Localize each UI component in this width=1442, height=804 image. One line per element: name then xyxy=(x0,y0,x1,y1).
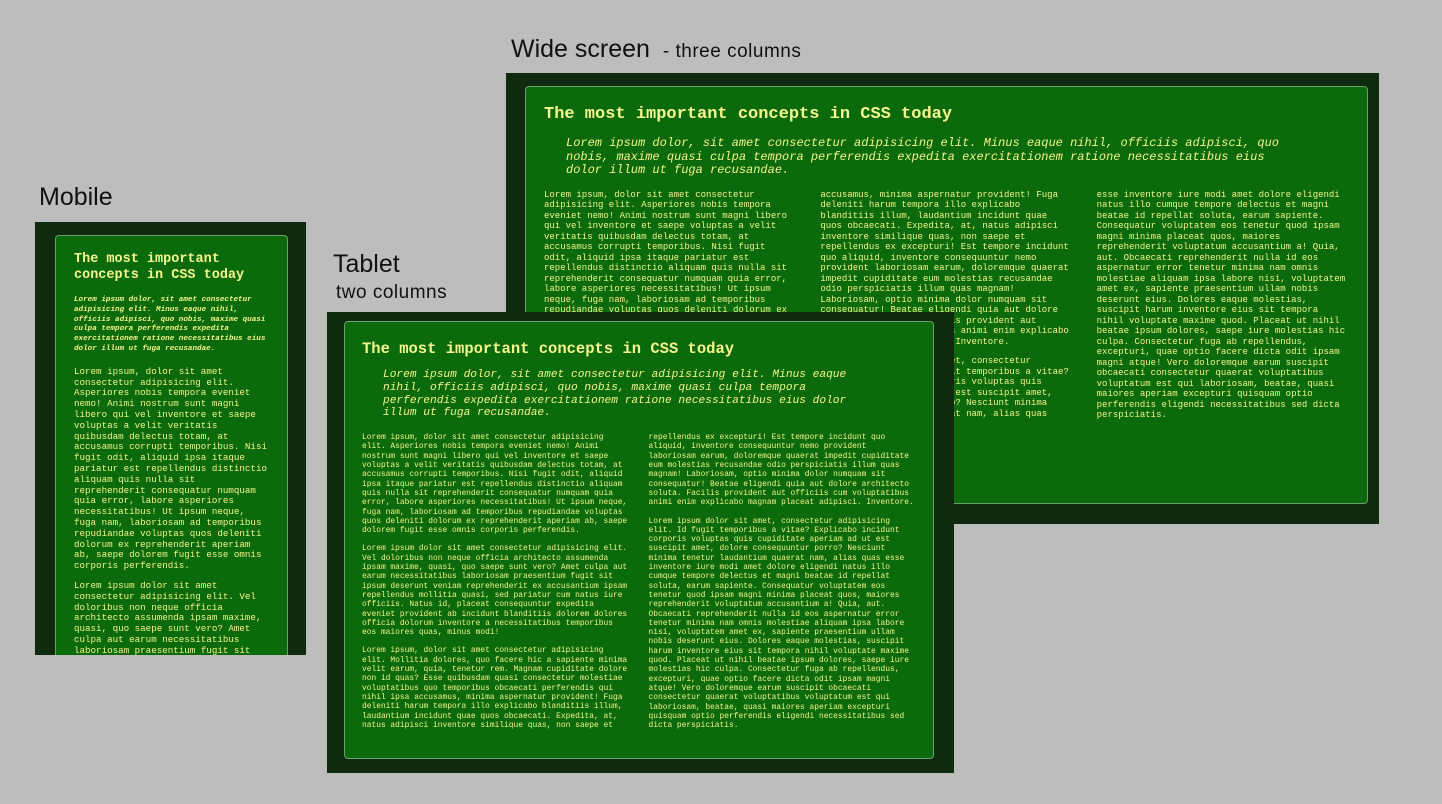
article-paragraph: Lorem ipsum dolor sit amet consectetur a… xyxy=(74,579,262,655)
tablet-subtitle: two columns xyxy=(336,282,448,303)
article-columns: Lorem ipsum, dolor sit amet consectetur … xyxy=(362,433,916,735)
tablet-caption: Tablet xyxy=(333,250,400,278)
article-lead: Lorem ipsum dolor, sit amet consectetur … xyxy=(383,369,847,420)
mobile-mockup: The most important concepts in CSS today… xyxy=(35,222,306,655)
article-paragraph: Lorem ipsum, dolor sit amet consectetur … xyxy=(362,433,628,536)
article-lead: Lorem ipsum dolor, sit amet consectetur … xyxy=(74,296,266,353)
article-card: The most important concepts in CSS today… xyxy=(344,321,934,759)
mobile-caption: Mobile xyxy=(39,183,113,211)
article-paragraph: Lorem ipsum dolor sit amet consectetur a… xyxy=(362,544,628,638)
article-card: The most important concepts in CSS today… xyxy=(55,235,288,655)
wide-screen-title: Wide screen xyxy=(511,35,650,63)
article-lead: Lorem ipsum dolor, sit amet consectetur … xyxy=(566,136,1279,177)
article-title: The most important concepts in CSS today xyxy=(362,340,735,358)
article-paragraph: Lorem ipsum dolor sit amet, consectetur … xyxy=(648,516,909,731)
article-title: The most important concepts in CSS today xyxy=(74,252,245,283)
wide-screen-subtitle: - three columns xyxy=(662,41,802,62)
article-paragraph: Lorem ipsum, dolor sit amet consectetur … xyxy=(74,365,267,572)
wide-screen-caption: Wide screen - three columns xyxy=(511,35,801,64)
article-title: The most important concepts in CSS today xyxy=(544,105,953,124)
article-columns: Lorem ipsum, dolor sit amet consectetur … xyxy=(74,365,269,655)
tablet-mockup: The most important concepts in CSS today… xyxy=(327,312,954,773)
